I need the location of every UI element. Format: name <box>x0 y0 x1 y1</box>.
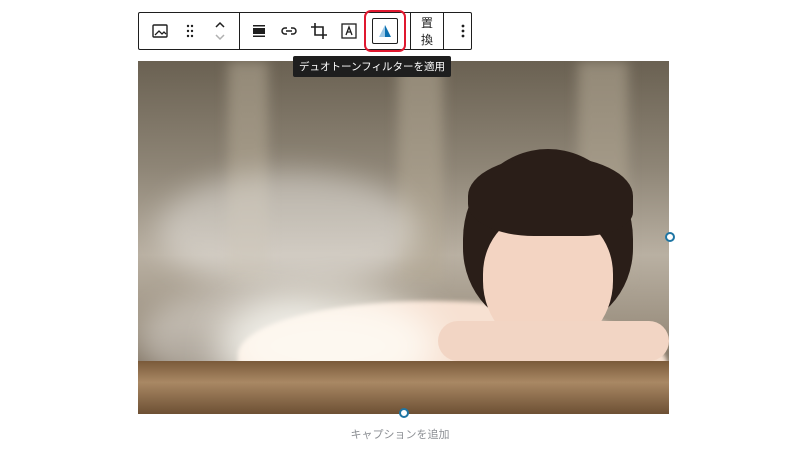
text-overlay-icon[interactable] <box>334 13 364 49</box>
duotone-filter-button[interactable] <box>372 18 398 44</box>
duotone-highlight <box>364 10 406 52</box>
steam <box>158 171 418 291</box>
tub-edge <box>138 361 669 414</box>
duotone-filter-icon <box>379 25 391 37</box>
toolbar-group-more <box>444 13 482 49</box>
image-block-icon[interactable] <box>145 13 175 49</box>
move-up-down-icon[interactable] <box>205 13 235 49</box>
link-icon[interactable] <box>274 13 304 49</box>
resize-handle-right[interactable] <box>665 232 675 242</box>
caption-input[interactable]: キャプションを追加 <box>0 426 800 442</box>
replace-button[interactable]: 置換 <box>411 13 443 49</box>
crop-icon[interactable] <box>304 13 334 49</box>
arm <box>438 321 669 361</box>
toolbar-group-tools <box>240 10 411 52</box>
toolbar-group-replace: 置換 <box>411 13 445 49</box>
drag-handle-icon[interactable] <box>175 13 205 49</box>
toolbar-group-block <box>139 13 240 49</box>
image-block[interactable] <box>138 61 669 414</box>
bangs <box>468 156 633 236</box>
resize-handle-bottom[interactable] <box>399 408 409 418</box>
tooltip: デュオトーンフィルターを適用 <box>293 56 451 77</box>
align-icon[interactable] <box>244 13 274 49</box>
more-vertical-icon[interactable] <box>444 13 482 49</box>
block-toolbar: 置換 <box>138 10 472 52</box>
